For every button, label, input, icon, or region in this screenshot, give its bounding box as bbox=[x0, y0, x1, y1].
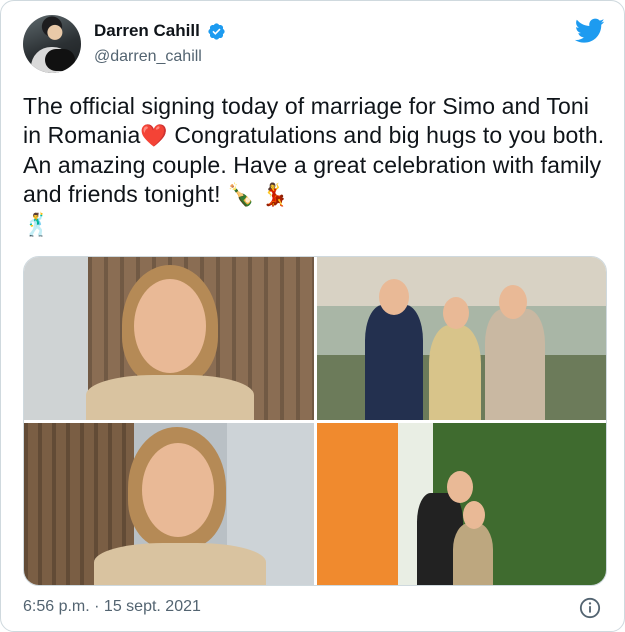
dancer-emoji: 💃 bbox=[261, 182, 289, 208]
photo-face bbox=[379, 279, 409, 315]
author-name[interactable]: Darren Cahill bbox=[94, 21, 200, 41]
photo-1[interactable] bbox=[24, 257, 314, 420]
man-dancing-emoji: 🕺 bbox=[23, 211, 51, 237]
photo-2[interactable] bbox=[317, 257, 606, 420]
tweet-card: Darren Cahill @darren_cahill The officia… bbox=[0, 0, 625, 632]
photo-guest bbox=[485, 309, 545, 420]
tweet-timestamp[interactable]: 6:56 p.m. · 15 sept. 2021 bbox=[23, 598, 201, 616]
tweet-text: The official signing today of marriage f… bbox=[23, 92, 613, 239]
photo-face bbox=[443, 297, 469, 329]
verified-badge-icon bbox=[208, 23, 225, 40]
photo-face bbox=[447, 471, 473, 503]
photo-groom bbox=[365, 305, 423, 420]
photo-face bbox=[142, 443, 214, 537]
info-icon[interactable] bbox=[579, 597, 601, 619]
avatar[interactable] bbox=[23, 15, 81, 73]
photo-face bbox=[499, 285, 527, 319]
photo-3[interactable] bbox=[24, 423, 314, 585]
heart-emoji: ❤️ bbox=[140, 123, 168, 149]
photo-dress bbox=[94, 543, 266, 585]
photo-bride bbox=[453, 523, 493, 585]
media-grid bbox=[23, 256, 607, 586]
photo-4[interactable] bbox=[317, 423, 606, 585]
twitter-bird-icon[interactable] bbox=[575, 18, 605, 44]
photo-face bbox=[134, 279, 206, 373]
photo-bride bbox=[429, 325, 481, 420]
photo-face bbox=[463, 501, 485, 529]
avatar-dog bbox=[45, 49, 75, 71]
photo-dress bbox=[86, 375, 254, 420]
champagne-emoji: 🍾 bbox=[227, 182, 255, 208]
author-handle[interactable]: @darren_cahill bbox=[94, 48, 202, 66]
